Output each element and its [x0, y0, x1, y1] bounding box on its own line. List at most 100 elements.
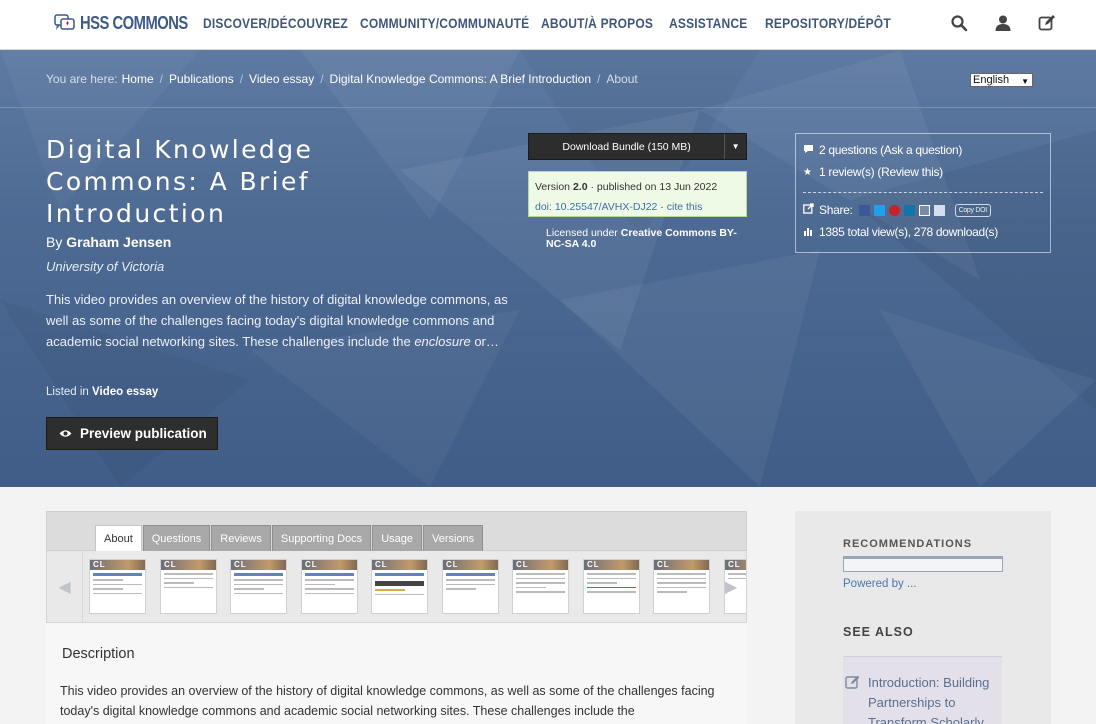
bar-chart-icon — [803, 226, 819, 239]
tab-supporting-docs[interactable]: Supporting Docs — [271, 525, 372, 551]
tab-usage[interactable]: Usage — [372, 525, 422, 551]
nav-item-community[interactable]: COMMUNITY/COMMUNAUTÉ — [360, 15, 529, 31]
abstract-ellipsis: or… — [474, 334, 499, 349]
preview-publication-button[interactable]: Preview publication — [46, 417, 218, 450]
chevron-down-icon: ▼ — [1021, 77, 1029, 86]
author-link[interactable]: Graham Jensen — [66, 234, 171, 250]
publication-meta-box: 2 questions (Ask a question) ★ 1 review(… — [795, 133, 1051, 253]
email-icon[interactable] — [933, 204, 945, 216]
listed-category-link[interactable]: Video essay — [92, 386, 158, 398]
questions-line[interactable]: 2 questions (Ask a question) — [803, 139, 1043, 161]
breadcrumb-publications[interactable]: Publications — [169, 72, 234, 86]
slide-thumbnail[interactable]: CL — [442, 559, 499, 614]
user-icon[interactable] — [994, 14, 1012, 32]
version-number: 2.0 — [572, 181, 588, 193]
language-selected: English — [973, 74, 1010, 86]
language-select[interactable]: English ▼ — [970, 73, 1033, 87]
nav-item-assistance[interactable]: ASSISTANCE — [669, 15, 752, 31]
version-prefix: Version — [535, 181, 571, 193]
logo-text: HSS COMMONS — [80, 12, 188, 33]
strip-prev-arrow-icon[interactable]: ◀ — [47, 551, 83, 622]
site-logo[interactable]: HSS COMMONS — [54, 12, 211, 34]
see-also-heading: SEE ALSO — [843, 625, 914, 639]
share-label: Share: — [819, 203, 853, 217]
share-line: Share: Copy DOI — [803, 199, 1043, 221]
breadcrumb-separator: / — [597, 72, 601, 86]
recommendations-loading-bar — [843, 556, 1003, 572]
doi-separator: · — [657, 201, 667, 213]
eye-icon — [59, 430, 72, 437]
tab-versions[interactable]: Versions — [422, 525, 484, 551]
publication-hero: You are here: Home / Publications / Vide… — [0, 50, 1096, 487]
slide-thumbnail[interactable]: CL — [371, 559, 428, 614]
star-icon: ★ — [803, 166, 812, 178]
pinterest-icon[interactable] — [888, 204, 900, 216]
breadcrumb-video-essay[interactable]: Video essay — [249, 72, 314, 86]
nav-item-about[interactable]: ABOUT/À PROPOS — [541, 15, 653, 31]
main-nav: DISCOVER/DÉCOUVREZ COMMUNITY/COMMUNAUTÉ … — [203, 15, 895, 31]
version-published: · published on 13 Jun 2022 — [590, 181, 718, 193]
breadcrumb-current: About — [606, 72, 638, 86]
tab-about[interactable]: About — [95, 525, 142, 552]
slide-thumbnail[interactable]: CL — [583, 559, 640, 614]
breadcrumb-separator: / — [320, 72, 324, 86]
version-info: Version 2.0 · published on 13 Jun 2022 d… — [528, 171, 747, 217]
search-icon[interactable] — [950, 14, 968, 32]
see-also-item[interactable]: Introduction: Building Partnerships to T… — [843, 656, 1002, 724]
share-icon — [803, 203, 819, 217]
abstract-emphasis: enclosure — [414, 334, 471, 349]
powered-by-link[interactable]: Powered by ... — [843, 578, 917, 590]
publication-content-area: About Questions Reviews Supporting Docs … — [0, 487, 1096, 724]
byline-prefix: By — [46, 234, 63, 250]
download-button-label: Download Bundle (150 MB) — [562, 140, 691, 153]
slide-thumbnail[interactable]: CL — [653, 559, 710, 614]
tab-questions[interactable]: Questions — [142, 525, 211, 551]
breadcrumb-prefix: You are here: — [46, 72, 118, 86]
listed-in: Listed in Video essay — [46, 386, 158, 398]
breadcrumb-separator: / — [239, 72, 244, 86]
share-icons — [858, 204, 945, 216]
slide-thumbnail[interactable]: CL — [160, 559, 217, 614]
reviews-link[interactable]: 1 review(s) (Review this) — [819, 165, 943, 179]
description-heading: Description — [62, 646, 135, 662]
rss-icon[interactable] — [918, 204, 930, 216]
license-info: Licensed under Creative Commons BY-NC-SA… — [546, 228, 751, 250]
tab-reviews[interactable]: Reviews — [211, 525, 271, 551]
preview-button-label: Preview publication — [80, 426, 207, 441]
tab-list: About Questions Reviews Supporting Docs … — [95, 525, 484, 552]
see-also-item-title[interactable]: Introduction: Building Partnerships to T… — [868, 673, 1003, 724]
nav-item-discover[interactable]: DISCOVER/DÉCOUVREZ — [203, 15, 348, 31]
questions-link[interactable]: 2 questions (Ask a question) — [819, 143, 962, 157]
doi-link[interactable]: doi: 10.25547/AVHX-DJ22 — [535, 201, 657, 213]
slide-thumbnail[interactable]: CL — [512, 559, 569, 614]
slide-thumbnail[interactable]: CL — [230, 559, 287, 614]
slide-thumbnail-strip: ◀ CL CL CL CL CL CL CL CL CL CL ▶ — [46, 551, 747, 623]
breadcrumb-home[interactable]: Home — [122, 72, 154, 86]
description-body: This video provides an overview of the h… — [60, 684, 715, 718]
caret-down-icon[interactable]: ▼ — [724, 134, 746, 159]
publication-abstract: This video provides an overview of the h… — [46, 289, 511, 352]
twitter-icon[interactable] — [873, 204, 885, 216]
author-affiliation: University of Victoria — [46, 259, 165, 274]
cite-this-link[interactable]: cite this — [667, 201, 703, 213]
breadcrumb-publication[interactable]: Digital Knowledge Commons: A Brief Intro… — [330, 72, 591, 86]
slide-thumbnail[interactable]: CL — [89, 559, 146, 614]
listed-prefix: Listed in — [46, 386, 89, 398]
top-navigation-bar: HSS COMMONS DISCOVER/DÉCOUVREZ COMMUNITY… — [0, 0, 1096, 50]
edit-icon[interactable] — [1038, 14, 1056, 32]
nav-icon-group — [950, 14, 1056, 32]
reviews-line[interactable]: ★ 1 review(s) (Review this) — [803, 161, 1043, 183]
facebook-icon[interactable] — [858, 204, 870, 216]
copy-doi-button[interactable]: Copy DOI — [954, 203, 991, 217]
download-bundle-button[interactable]: Download Bundle (150 MB) ▼ — [528, 133, 747, 160]
sidebar: RECOMMENDATIONS Powered by ... SEE ALSO … — [795, 511, 1051, 724]
breadcrumb: You are here: Home / Publications / Vide… — [46, 72, 638, 86]
strip-next-arrow-icon[interactable]: ▶ — [713, 551, 746, 622]
stats-line: 1385 total view(s), 278 download(s) — [803, 221, 1043, 243]
slide-thumbnail[interactable]: CL — [301, 559, 358, 614]
linkedin-icon[interactable] — [903, 204, 915, 216]
recommendations-heading: RECOMMENDATIONS — [843, 538, 973, 550]
nav-item-repository[interactable]: REPOSITORY/DÉPÔT — [765, 15, 891, 31]
breadcrumb-bar: You are here: Home / Publications / Vide… — [0, 50, 1096, 108]
tab-bar: About Questions Reviews Supporting Docs … — [46, 511, 747, 552]
